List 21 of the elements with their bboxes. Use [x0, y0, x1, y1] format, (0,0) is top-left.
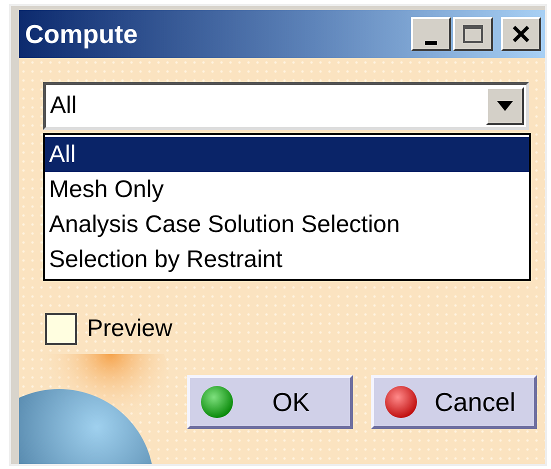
close-icon: [511, 25, 531, 43]
ball-icon: [200, 385, 234, 419]
dropdown-option[interactable]: All: [45, 137, 529, 172]
dropdown-field[interactable]: All: [43, 82, 529, 130]
caret-icon: [495, 100, 515, 112]
dropdown-arrow-button[interactable]: [486, 87, 524, 125]
dropdown-option[interactable]: Mesh Only: [45, 172, 529, 207]
dropdown-option[interactable]: Selection by Restraint: [45, 242, 529, 277]
dropdown-option[interactable]: Analysis Case Solution Selection: [45, 207, 529, 242]
cancel-button[interactable]: Cancel: [371, 375, 537, 429]
preview-checkbox[interactable]: [45, 313, 77, 345]
close-button[interactable]: [501, 17, 541, 51]
minimize-button[interactable]: [411, 17, 451, 51]
maximize-icon: [462, 24, 484, 44]
ok-button[interactable]: OK: [187, 375, 353, 429]
window-title: Compute: [25, 18, 138, 50]
ball-icon: [384, 385, 418, 419]
maximize-button[interactable]: [453, 17, 493, 51]
preview-label: Preview: [87, 315, 172, 343]
dropdown-value: All: [50, 92, 77, 120]
minimize-icon: [425, 41, 437, 45]
